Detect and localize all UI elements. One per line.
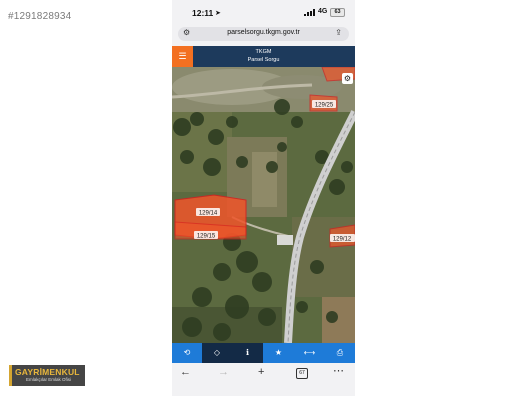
parcel-label-2: 129/15 <box>197 234 216 240</box>
browser-nav-bar: ← → + 67 ⋯ <box>172 363 355 396</box>
refresh-icon: ⟲ <box>183 348 191 357</box>
battery-icon: 63 <box>330 8 345 17</box>
url-text[interactable]: parselsorgu.tkgm.gov.tr <box>178 29 349 36</box>
app-title: TKGM <box>255 49 272 55</box>
forward-arrow-icon[interactable]: → <box>218 366 229 378</box>
diamond-icon: ◇ <box>213 348 221 357</box>
more-options-icon[interactable]: ⋯ <box>333 364 344 377</box>
refresh-button[interactable]: ⟲ <box>172 343 202 363</box>
logo-sub-text: Emlakçılar Emlak Ofisi <box>25 377 71 382</box>
status-time: 12:11 <box>192 8 214 18</box>
listing-id-watermark: #1291828934 <box>8 11 72 22</box>
satellite-map[interactable]: 129/14 129/15 129/25 129/12 ⚙ <box>172 67 355 343</box>
print-icon: ⎙ <box>336 348 344 357</box>
parcel-label-3: 129/25 <box>315 103 334 109</box>
phone-screen: 12:11 ➤ 4G 63 ⚙ parselsorgu.tkgm.gov.tr … <box>172 0 355 396</box>
status-bar: 12:11 ➤ 4G 63 <box>172 0 355 24</box>
info-icon: ℹ <box>245 348 250 357</box>
app-subtitle: Parsel Sorgu <box>247 57 280 63</box>
agency-logo: GAYRİMENKUL Emlakçılar Emlak Ofisi <box>9 365 85 386</box>
map-canvas[interactable]: 129/14 129/15 129/25 129/12 <box>172 67 355 343</box>
draw-button[interactable]: ◇ <box>202 343 232 363</box>
parcel-label-1: 129/14 <box>199 211 218 217</box>
map-toolbar: ⟲ ◇ ℹ ★ ⟷ ⎙ <box>172 343 355 363</box>
signal-icon <box>304 9 316 16</box>
network-type: 4G <box>318 8 328 15</box>
share-icon[interactable]: ⇪ <box>335 28 342 37</box>
parcel-label-4: 129/12 <box>333 237 352 243</box>
new-tab-plus-icon[interactable]: + <box>258 366 264 378</box>
info-button[interactable]: ℹ <box>232 343 263 363</box>
logo-main-text: GAYRİMENKUL <box>15 367 80 377</box>
address-bar[interactable]: ⚙ parselsorgu.tkgm.gov.tr ⇪ <box>178 27 349 41</box>
app-header: ☰ TKGM Parsel Sorgu <box>172 46 355 67</box>
tabs-count-icon[interactable]: 67 <box>296 368 308 379</box>
measure-button[interactable]: ⟷ <box>294 343 325 363</box>
measure-icon: ⟷ <box>303 348 316 357</box>
star-icon: ★ <box>274 348 283 357</box>
map-settings-gear-icon[interactable]: ⚙ <box>342 73 353 84</box>
print-button[interactable]: ⎙ <box>325 343 355 363</box>
location-arrow-icon: ➤ <box>215 10 221 17</box>
back-arrow-icon[interactable]: ← <box>180 366 191 378</box>
favorite-button[interactable]: ★ <box>263 343 294 363</box>
